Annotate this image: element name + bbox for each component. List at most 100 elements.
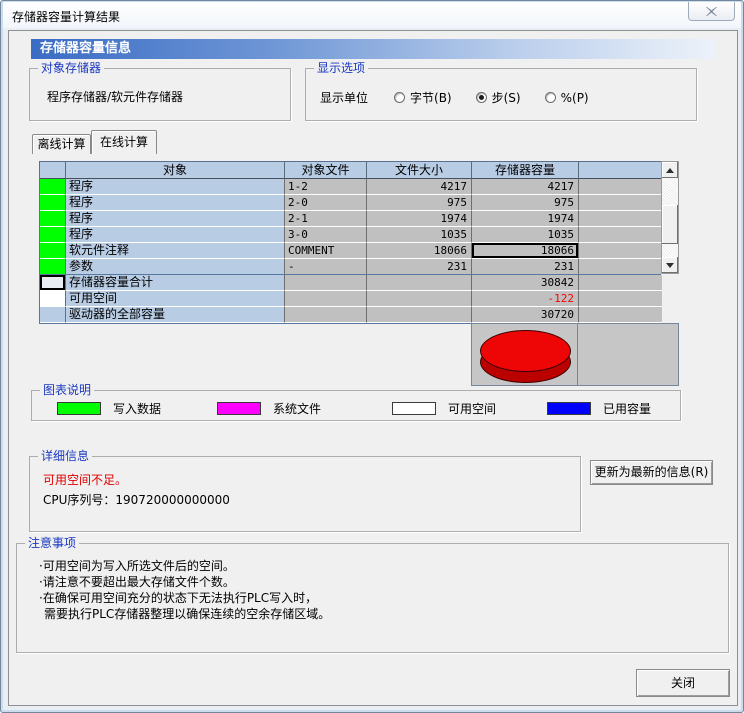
summary-blank[interactable] <box>285 307 367 323</box>
display-options-group: 显示选项 显示单位 字节(B) 步(S) %(P) <box>305 68 697 121</box>
summary-table: 存储器容量合计 30842 可用空间 -122 驱动器的全部容量 30720 <box>39 274 661 324</box>
row-blank[interactable] <box>579 211 662 227</box>
row-blank[interactable] <box>579 227 662 243</box>
legend-label: 写入数据 <box>113 400 161 417</box>
legend-label: 已用容量 <box>603 400 651 417</box>
details-group-title: 详细信息 <box>38 449 92 463</box>
notes-group: 注意事项 ·可用空间为写入所选文件后的空间。 ·请注意不要超出最大存储文件个数。… <box>16 543 729 653</box>
tab-online-calc[interactable]: 在线计算 <box>91 130 157 154</box>
close-button[interactable] <box>688 2 735 21</box>
radio-unit-byte[interactable]: 字节(B) <box>394 89 452 106</box>
row-swatch[interactable] <box>40 195 66 211</box>
radio-unit-percent[interactable]: %(P) <box>545 91 589 105</box>
row-swatch[interactable] <box>40 259 66 275</box>
notes-text: ·可用空间为写入所选文件后的空间。 ·请注意不要超出最大存储文件个数。 ·在确保… <box>39 558 330 622</box>
row-capacity[interactable]: 1974 <box>472 211 579 227</box>
row-size[interactable]: 4217 <box>367 179 472 195</box>
display-unit-row: 显示单位 字节(B) 步(S) %(P) <box>320 89 613 106</box>
radio-label: 字节(B) <box>410 89 452 106</box>
row-capacity[interactable]: 1035 <box>472 227 579 243</box>
row-file[interactable]: 1-2 <box>285 179 367 195</box>
legend-group-title: 图表说明 <box>40 383 94 397</box>
summary-blank[interactable] <box>367 291 472 307</box>
scrollbar-thumb[interactable] <box>662 205 678 244</box>
summary-blank[interactable] <box>285 291 367 307</box>
row-blank[interactable] <box>579 179 662 195</box>
scroll-down-button[interactable] <box>662 257 678 273</box>
row-file[interactable]: - <box>285 259 367 275</box>
row-size[interactable]: 975 <box>367 195 472 211</box>
legend-group: 图表说明 写入数据 系统文件 可用空间 已用容量 <box>31 390 681 421</box>
row-object[interactable]: 程序 <box>66 195 285 211</box>
row-capacity[interactable]: 231 <box>472 259 579 275</box>
column-header-file: 对象文件 <box>285 162 367 179</box>
row-size[interactable]: 231 <box>367 259 472 275</box>
row-object[interactable]: 软元件注释 <box>66 243 285 259</box>
target-memory-group-title: 对象存储器 <box>38 61 104 75</box>
tab-offline-calc[interactable]: 离线计算 <box>32 134 91 154</box>
summary-swatch[interactable] <box>40 291 66 307</box>
summary-capacity-negative[interactable]: -122 <box>472 291 579 307</box>
arrow-down-icon <box>666 263 674 268</box>
summary-blank[interactable] <box>285 275 367 291</box>
display-unit-label: 显示单位 <box>320 89 368 106</box>
row-size[interactable]: 18066 <box>367 243 472 259</box>
row-swatch[interactable] <box>40 243 66 259</box>
close-dialog-button[interactable]: 关闭 <box>636 669 730 697</box>
row-swatch[interactable] <box>40 227 66 243</box>
row-object[interactable]: 程序 <box>66 211 285 227</box>
row-blank[interactable] <box>579 195 662 211</box>
summary-capacity[interactable]: 30720 <box>472 307 579 323</box>
column-header-blank <box>579 162 662 179</box>
row-size[interactable]: 1035 <box>367 227 472 243</box>
summary-capacity[interactable]: 30842 <box>472 275 579 291</box>
row-object[interactable]: 参数 <box>66 259 285 275</box>
table-scrollbar[interactable] <box>661 161 679 274</box>
selected-capacity-cell[interactable]: 18066 <box>472 243 579 259</box>
summary-blank[interactable] <box>367 307 472 323</box>
row-capacity[interactable]: 4217 <box>472 179 579 195</box>
row-file[interactable]: COMMENT <box>285 243 367 259</box>
cpu-serial-number: CPU序列号：190720000000000 <box>43 491 230 508</box>
summary-swatch[interactable] <box>40 275 66 291</box>
row-file[interactable]: 2-1 <box>285 211 367 227</box>
scroll-up-button[interactable] <box>662 162 678 178</box>
summary-swatch[interactable] <box>40 307 66 323</box>
legend-label: 可用空间 <box>448 400 496 417</box>
row-swatch[interactable] <box>40 179 66 195</box>
section-header: 存储器容量信息 <box>31 39 715 59</box>
row-capacity[interactable]: 975 <box>472 195 579 211</box>
row-blank[interactable] <box>579 259 662 275</box>
legend-swatch-green <box>57 402 101 415</box>
row-swatch[interactable] <box>40 211 66 227</box>
display-options-group-title: 显示选项 <box>314 61 368 75</box>
legend-swatch-white <box>392 402 436 415</box>
summary-blank[interactable] <box>367 275 472 291</box>
row-file[interactable]: 2-0 <box>285 195 367 211</box>
summary-label[interactable]: 存储器容量合计 <box>66 275 285 291</box>
insufficient-space-warning: 可用空间不足。 <box>43 471 127 488</box>
update-info-button[interactable]: 更新为最新的信息(R) <box>590 460 713 485</box>
summary-label[interactable]: 可用空间 <box>66 291 285 307</box>
row-size[interactable]: 1974 <box>367 211 472 227</box>
target-memory-group: 对象存储器 程序存储器/软元件存储器 <box>29 68 291 121</box>
row-blank[interactable] <box>579 243 662 259</box>
note-line: ·可用空间为写入所选文件后的空间。 <box>39 558 330 574</box>
radio-label: 步(S) <box>492 89 521 106</box>
radio-unit-step[interactable]: 步(S) <box>476 89 521 106</box>
radio-icon[interactable] <box>545 92 556 103</box>
titlebar[interactable]: 存储器容量计算结果 <box>3 2 741 28</box>
summary-blank[interactable] <box>579 307 662 323</box>
row-file[interactable]: 3-0 <box>285 227 367 243</box>
details-group: 详细信息 可用空间不足。 CPU序列号：190720000000000 <box>29 456 581 532</box>
summary-blank[interactable] <box>579 291 662 307</box>
row-object[interactable]: 程序 <box>66 227 285 243</box>
legend-swatch-blue <box>547 402 591 415</box>
row-object[interactable]: 程序 <box>66 179 285 195</box>
close-icon <box>706 7 717 16</box>
radio-icon[interactable] <box>394 92 405 103</box>
summary-blank[interactable] <box>579 275 662 291</box>
radio-checked-icon[interactable] <box>476 92 487 103</box>
arrow-up-icon <box>666 168 674 173</box>
summary-label[interactable]: 驱动器的全部容量 <box>66 307 285 323</box>
